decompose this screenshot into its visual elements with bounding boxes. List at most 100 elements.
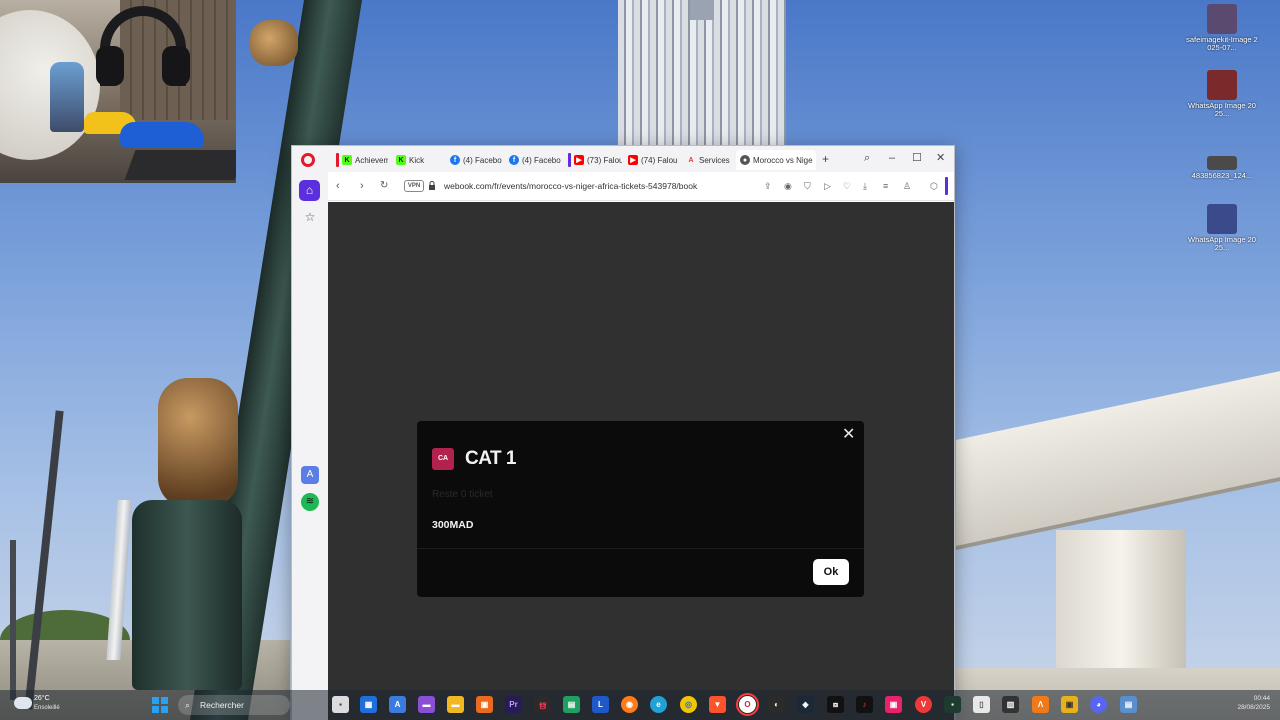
weather-widget[interactable]: 26°C Ensoleillé xyxy=(14,693,60,717)
shield-icon[interactable]: ⛉ xyxy=(804,181,811,191)
extensions-icon[interactable]: ⬡ xyxy=(930,181,938,191)
maximize-button[interactable]: ☐ xyxy=(912,152,922,164)
tab[interactable]: f (4) Facebo xyxy=(505,150,561,170)
back-button[interactable]: ‹ xyxy=(336,180,340,192)
camera-icon[interactable]: ◉ xyxy=(784,181,792,191)
app-store-icon[interactable]: A xyxy=(301,466,319,484)
app-red-icon[interactable]: ഋ xyxy=(534,696,551,713)
profile-icon[interactable]: ♙ xyxy=(903,181,911,191)
obs-icon[interactable]: ◐ xyxy=(768,696,785,713)
headphones-ear xyxy=(162,46,190,86)
tab[interactable]: K Achievem xyxy=(332,150,388,170)
chrome-icon[interactable]: ◎ xyxy=(680,696,697,713)
clock[interactable]: 00:44 28/08/2025 xyxy=(1224,694,1270,712)
taskbar-search[interactable]: ⌕ Rechercher xyxy=(178,695,290,715)
kick-icon: K xyxy=(342,155,352,165)
desktop-icon[interactable]: WhatsApp Image 2025... xyxy=(1186,204,1258,252)
desktop-icon[interactable]: WhatsApp Image 2025... xyxy=(1186,70,1258,118)
lock-icon xyxy=(429,181,435,190)
image-file-icon xyxy=(1207,204,1237,234)
discord-icon[interactable]: ◕ xyxy=(1090,696,1107,713)
brave-icon[interactable]: ▼ xyxy=(709,696,726,713)
app-pink-icon[interactable]: ▣ xyxy=(885,696,902,713)
app-a-icon[interactable]: Λ xyxy=(1032,696,1049,713)
spotify-icon[interactable]: ≋ xyxy=(301,493,319,511)
task-view-icon[interactable]: ▪ xyxy=(332,696,349,713)
app-l-icon[interactable]: L xyxy=(592,696,609,713)
category-badge: CA xyxy=(432,448,454,470)
cloud-icon xyxy=(14,697,32,709)
tab-active[interactable]: ● Morocco vs Nige xyxy=(736,150,816,170)
tab[interactable]: K Kick xyxy=(392,150,444,170)
reload-button[interactable]: ↻ xyxy=(380,180,388,192)
forward-button[interactable]: › xyxy=(360,180,364,192)
desktop-icon[interactable]: 483856823_124... xyxy=(1186,154,1258,180)
tab-indicator xyxy=(336,153,339,167)
app-green-icon[interactable]: ▪ xyxy=(944,696,961,713)
search-icon: ⌕ xyxy=(185,700,191,710)
tab[interactable]: ▶ (73) Falou xyxy=(564,150,622,170)
steam-icon[interactable]: ◈ xyxy=(797,696,814,713)
tab-indicator xyxy=(568,153,571,167)
vpn-badge[interactable]: VPN xyxy=(404,180,424,192)
capcut-icon[interactable]: ⧈ xyxy=(827,696,844,713)
app-icon: A xyxy=(688,156,694,164)
notepad-icon[interactable]: ▤ xyxy=(563,696,580,713)
azure-icon[interactable]: A xyxy=(389,696,406,713)
app-orange-icon[interactable]: ▣ xyxy=(476,696,493,713)
street-lamp xyxy=(10,540,16,700)
weather-condition: Ensoleillé xyxy=(34,705,60,711)
tab[interactable]: f (4) Facebo xyxy=(446,150,502,170)
share-icon[interactable]: ⇪ xyxy=(764,181,772,191)
windows-start-icon[interactable] xyxy=(152,697,168,713)
firefox-icon[interactable]: ◉ xyxy=(621,696,638,713)
tab-label: Achievem xyxy=(355,155,388,165)
opera-logo-icon[interactable] xyxy=(301,153,315,167)
facebook-icon: f xyxy=(450,155,460,165)
url-bar[interactable]: webook.com/fr/events/morocco-vs-niger-af… xyxy=(444,181,697,191)
tab[interactable]: ▶ (74) Falou xyxy=(624,150,680,170)
desktop-icon[interactable]: safeimagekit-Image 2025-07... xyxy=(1186,4,1258,52)
tab[interactable]: A Services xyxy=(682,150,734,170)
play-icon[interactable]: ▷ xyxy=(824,181,831,191)
download-icon[interactable]: ⤓ xyxy=(863,181,867,191)
star-icon[interactable]: ☆ xyxy=(301,208,319,226)
app-yellow-icon[interactable]: ▣ xyxy=(1061,696,1078,713)
folder-purple-icon[interactable]: ▬ xyxy=(418,696,435,713)
minimize-button[interactable]: – xyxy=(889,152,895,164)
app-pc-icon[interactable]: ▥ xyxy=(1002,696,1019,713)
lamp-ornament xyxy=(250,20,298,66)
opera-icon[interactable]: O xyxy=(736,693,759,716)
tab-label: (4) Facebo xyxy=(463,155,502,165)
close-icon[interactable]: ✕ xyxy=(842,427,855,443)
desktop-icon-label: safeimagekit-Image 2025-07... xyxy=(1186,35,1258,52)
easy-setup-icon[interactable]: ≡ xyxy=(883,181,888,191)
premiere-icon[interactable]: Pr xyxy=(505,696,522,713)
ticket-price: 300MAD xyxy=(432,519,474,531)
lamp-ornament xyxy=(158,378,238,508)
heart-icon[interactable]: ♡ xyxy=(843,181,851,191)
app-blue-icon[interactable]: ▤ xyxy=(1120,696,1137,713)
clock-time: 00:44 xyxy=(1253,695,1270,702)
railing xyxy=(956,369,1280,550)
lamp-base xyxy=(132,500,242,690)
tiktok-icon[interactable]: ♪ xyxy=(856,696,873,713)
edge-icon[interactable]: e xyxy=(650,696,667,713)
availability-text: Reste 0 ticket xyxy=(432,489,493,500)
facebook-icon: f xyxy=(509,155,519,165)
keyboard xyxy=(124,150,236,180)
desktop-icon-label: 483856823_124... xyxy=(1191,171,1253,180)
modal-divider xyxy=(417,548,864,549)
new-tab-button[interactable]: + xyxy=(822,153,829,165)
search-tabs-icon[interactable]: ⌕ xyxy=(864,152,870,164)
store-icon[interactable]: ▦ xyxy=(360,696,377,713)
tab-label: Services xyxy=(699,155,730,165)
file-icon[interactable]: ▯ xyxy=(973,696,990,713)
tab-label: (74) Falou xyxy=(641,155,678,165)
file-explorer-icon[interactable]: ▬ xyxy=(447,696,464,713)
home-icon[interactable]: ⌂ xyxy=(299,180,320,201)
vivaldi-icon[interactable]: V xyxy=(915,696,932,713)
ok-button[interactable]: Ok xyxy=(813,559,849,585)
image-file-icon xyxy=(1207,4,1237,34)
close-window-button[interactable]: ✕ xyxy=(936,152,945,164)
